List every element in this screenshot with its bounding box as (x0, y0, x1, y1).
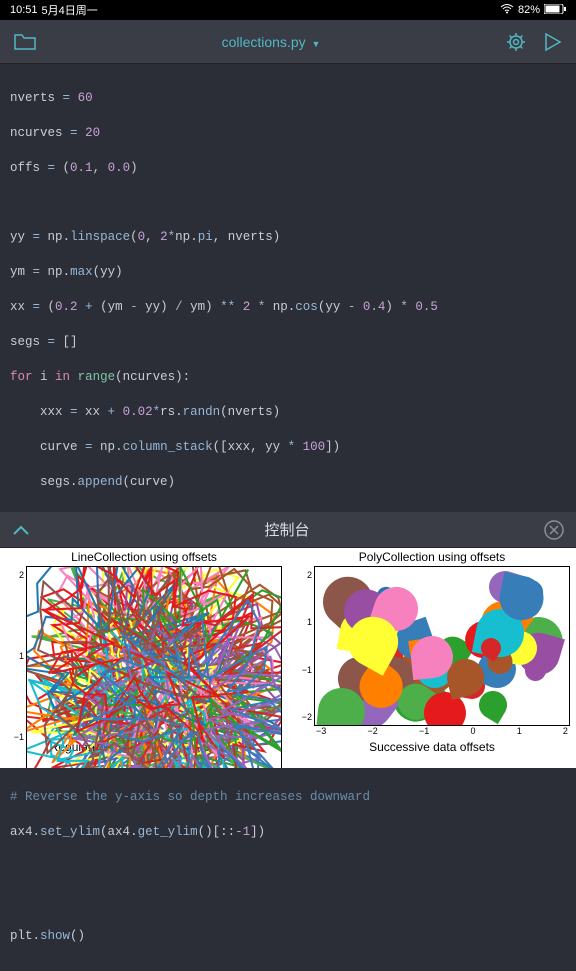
subplot-2: PolyCollection using offsets 21−1−2 −3−2… (288, 548, 576, 738)
dropdown-arrow-icon: ▼ (312, 39, 321, 49)
chart-canvas (26, 566, 282, 768)
chevron-up-icon[interactable] (12, 524, 30, 536)
battery-pct: 82% (518, 4, 540, 16)
y-ticks: 21−1−2 (6, 566, 26, 768)
subplot-1: LineCollection using offsets 21−1−2 −3−2… (0, 548, 288, 738)
close-icon[interactable] (544, 520, 564, 540)
status-bar: 10:51 5月4日周一 82% (0, 0, 576, 20)
chart-title: LineCollection using offsets (71, 550, 217, 564)
folder-icon[interactable] (14, 33, 36, 51)
gear-icon[interactable] (506, 32, 526, 52)
toolbar: collections.py ▼ (0, 20, 576, 64)
play-icon[interactable] (544, 32, 562, 52)
chart-canvas (314, 566, 570, 726)
y-ticks: 21−1−2 (294, 566, 314, 726)
battery-icon (544, 4, 566, 17)
chart-title: PolyCollection using offsets (359, 550, 506, 564)
console-header: 控制台 (0, 512, 576, 548)
wifi-icon (500, 4, 514, 17)
subplot-4: Successive data offsets (288, 738, 576, 768)
file-title[interactable]: collections.py ▼ (222, 34, 321, 50)
console-title: 控制台 (30, 519, 544, 540)
console-panel: 控制台 LineCollection using offsets 21−1−2 … (0, 512, 576, 768)
x-ticks: −3−2−1012 (314, 726, 570, 736)
filename-label: collections.py (222, 34, 306, 50)
status-time: 10:51 (10, 4, 38, 16)
chart-title: Successive data offsets (369, 740, 495, 754)
status-date: 5月4日周一 (42, 2, 98, 18)
plot-output: LineCollection using offsets 21−1−2 −3−2… (0, 548, 576, 768)
